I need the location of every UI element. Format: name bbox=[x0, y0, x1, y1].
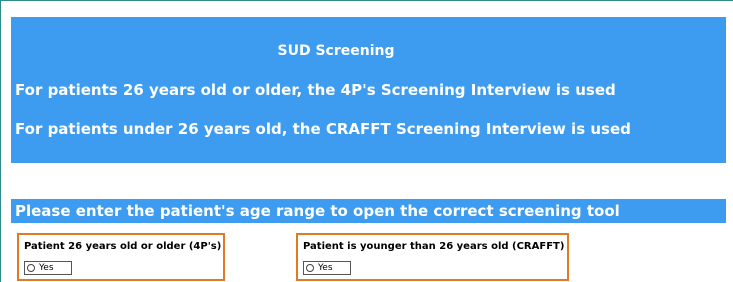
form-frame: SUD Screening For patients 26 years old … bbox=[0, 0, 733, 282]
spacer bbox=[11, 165, 726, 197]
yes-radio-crafft[interactable]: Yes bbox=[303, 261, 351, 275]
age-range-prompt: Please enter the patient's age range to … bbox=[11, 199, 726, 223]
choice-26-or-older: Patient 26 years old or older (4P's) Yes bbox=[17, 233, 225, 281]
info-line-4ps: For patients 26 years old or older, the … bbox=[15, 81, 616, 99]
page-title: SUD Screening bbox=[277, 43, 395, 59]
radio-label: Yes bbox=[39, 263, 54, 273]
choice-label-crafft: Patient is younger than 26 years old (CR… bbox=[303, 241, 565, 252]
radio-label: Yes bbox=[318, 263, 333, 273]
info-banner: SUD Screening For patients 26 years old … bbox=[11, 17, 726, 163]
radio-circle-icon[interactable] bbox=[27, 264, 35, 272]
radio-circle-icon[interactable] bbox=[306, 264, 314, 272]
choice-under-26: Patient is younger than 26 years old (CR… bbox=[296, 233, 569, 281]
info-line-crafft: For patients under 26 years old, the CRA… bbox=[15, 120, 631, 138]
choice-label-4ps: Patient 26 years old or older (4P's) bbox=[24, 241, 222, 252]
yes-radio-4ps[interactable]: Yes bbox=[24, 261, 72, 275]
